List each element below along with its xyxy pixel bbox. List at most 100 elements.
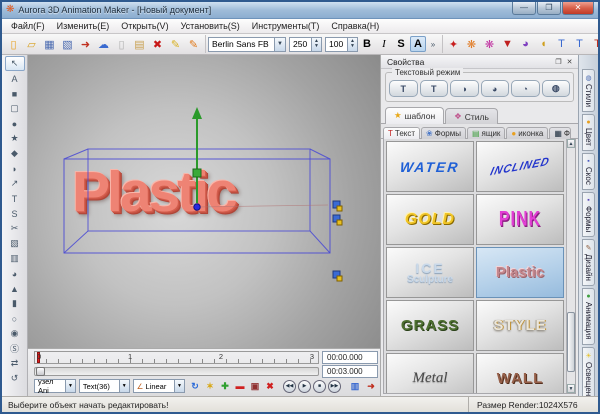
text-button-tool[interactable]: T — [5, 191, 25, 206]
text-spacing-icon[interactable]: T — [571, 36, 588, 53]
polygon-tool[interactable]: ◆ — [5, 146, 25, 161]
play-start-button[interactable]: ◀◀ — [283, 380, 296, 393]
timeline-ruler[interactable]: 0123 — [34, 351, 319, 364]
cylinder-tool[interactable]: ▮ — [5, 296, 25, 311]
template-tile-gold[interactable]: GOLD — [386, 194, 474, 245]
stop-button[interactable]: ■ — [313, 380, 326, 393]
text-mode-flat[interactable]: T — [389, 80, 418, 97]
float-panel-icon[interactable]: ❐ — [553, 58, 564, 66]
template-tile-grass[interactable]: GRASS — [386, 300, 474, 351]
template-tile-style[interactable]: STYLE — [476, 300, 564, 351]
template-scrollbar[interactable]: ▲ ▼ — [566, 139, 575, 393]
panel-tab-Стили[interactable]: ◍Стили — [582, 69, 595, 112]
rounded-rect-tool[interactable]: ▢ — [5, 101, 25, 116]
scroll-up-icon[interactable]: ▲ — [567, 139, 575, 148]
tab-шаблон[interactable]: ★шаблон — [385, 107, 444, 124]
menu-item-6[interactable]: Справка(H) — [326, 20, 384, 32]
play-button[interactable]: ▶ — [298, 380, 311, 393]
align-button[interactable]: A — [410, 36, 426, 52]
template-tile-pink[interactable]: PINK — [476, 194, 564, 245]
scrollbar-thumb[interactable] — [567, 312, 575, 372]
object-select[interactable]: Text(36)▼ — [79, 379, 130, 393]
delete-icon[interactable]: ✖ — [149, 36, 166, 53]
sphere-tool[interactable]: ◕ — [5, 266, 25, 281]
delete-keys-button[interactable]: ✖ — [263, 379, 277, 393]
refresh-button[interactable]: ↻ — [188, 379, 202, 393]
panel-tab-Цвет[interactable]: ●Цвет — [582, 114, 595, 151]
total-time-field[interactable]: 00:03.000 — [322, 365, 378, 378]
maximize-button[interactable]: ❐ — [537, 2, 561, 15]
pie-chart-icon[interactable]: ◕ — [517, 36, 534, 53]
save-icon[interactable]: ▦ — [41, 36, 58, 53]
chevron-down-icon[interactable]: ▼ — [274, 38, 285, 51]
save-as-icon[interactable]: ▧ — [59, 36, 76, 53]
text-mode-ring[interactable]: ◔ — [511, 80, 540, 97]
character-icon[interactable]: ✦ — [445, 36, 462, 53]
paste-icon[interactable]: ▤ — [131, 36, 148, 53]
slider-thumb[interactable] — [36, 367, 45, 376]
shadow-button[interactable]: S — [393, 36, 409, 52]
panel-tab-Анимация[interactable]: ●Анимация — [582, 288, 595, 345]
title-bar[interactable]: ❋ Aurora 3D Animation Maker - [Новый док… — [2, 2, 598, 19]
cone-3d-icon[interactable]: ▼ — [499, 36, 516, 53]
arrow-tool[interactable]: ↗ — [5, 176, 25, 191]
text-mode-globe[interactable]: ◍ — [542, 80, 571, 97]
particle-icon[interactable]: ❋ — [463, 36, 480, 53]
cursor-tool[interactable]: ↖ — [5, 56, 25, 71]
svg-import-tool[interactable]: Ⓢ — [5, 341, 25, 356]
text-mode-sphere-2[interactable]: ◕ — [481, 80, 510, 97]
share-icon[interactable]: ☁ — [95, 36, 112, 53]
spinner-arrows-icon[interactable]: ▲▼ — [347, 38, 357, 51]
menu-item-3[interactable]: Открыть(V) — [116, 20, 173, 32]
arc-shape-icon[interactable]: ◖ — [535, 36, 552, 53]
font-size-input[interactable]: 250 ▲▼ — [289, 37, 322, 52]
minimize-button[interactable]: — — [512, 2, 536, 15]
text-mode-sphere-1[interactable]: ◑ — [450, 80, 479, 97]
panel-tab-Формы[interactable]: ▪Формы — [582, 192, 595, 237]
record-button[interactable]: ▣ — [248, 379, 262, 393]
symbol-button-tool[interactable]: S — [5, 206, 25, 221]
font-family-select[interactable]: Berlin Sans FB ▼ — [208, 37, 286, 52]
spinner-arrows-icon[interactable]: ▲▼ — [311, 38, 321, 51]
template-tile-plastic[interactable]: Plastic — [476, 247, 564, 298]
chevron-down-icon[interactable]: ▼ — [174, 380, 184, 392]
timeline-slider[interactable] — [34, 367, 319, 376]
menu-item-4[interactable]: Установить(S) — [176, 20, 245, 32]
subtab-Формы[interactable]: ❀Формы — [421, 127, 466, 139]
interpolation-select[interactable]: ∠ Linear ▼ — [133, 379, 185, 393]
undo-swoosh-tool[interactable]: ↺ — [5, 371, 25, 386]
bevel-size-input[interactable]: 100 ▲▼ — [325, 37, 358, 52]
current-time-field[interactable]: 00:00.000 — [322, 351, 378, 364]
star-tool[interactable]: ★ — [5, 131, 25, 146]
text-tool[interactable]: A — [5, 71, 25, 86]
tab-Стиль[interactable]: ❖Стиль — [445, 108, 498, 124]
menu-item-1[interactable]: Файл(F) — [6, 20, 50, 32]
scroll-down-icon[interactable]: ▼ — [567, 384, 575, 393]
play-end-button[interactable]: ▶▶ — [328, 380, 341, 393]
subtab-Текст[interactable]: TТекст — [383, 127, 420, 139]
template-tile-inclined[interactable]: INCLINED — [476, 141, 564, 192]
text-arc-icon[interactable]: T — [589, 36, 600, 53]
subtab-ящик[interactable]: ▤ящик — [467, 127, 505, 139]
template-tile-water[interactable]: WATER — [386, 141, 474, 192]
panel-tab-Дизайн[interactable]: ✎Дизайн — [582, 239, 595, 286]
copy-icon[interactable]: ▯ — [113, 36, 130, 53]
menu-item-5[interactable]: Инструменты(T) — [247, 20, 325, 32]
close-panel-icon[interactable]: ✕ — [564, 58, 575, 66]
italic-button[interactable]: I — [376, 36, 392, 52]
template-tile-metal[interactable]: Metal — [386, 353, 474, 393]
template-tile-wall[interactable]: WALL — [476, 353, 564, 393]
text-transform-icon[interactable]: T — [553, 36, 570, 53]
text-mode-3d[interactable]: T — [420, 80, 449, 97]
3d-canvas[interactable]: Plastic — [28, 55, 380, 348]
more-options-icon[interactable]: » — [427, 40, 439, 49]
new-document-icon[interactable]: ▯ — [5, 36, 22, 53]
close-button[interactable]: ✕ — [562, 2, 594, 15]
menu-item-2[interactable]: Изменить(E) — [52, 20, 115, 32]
anim-node-select[interactable]: узел Ani▼ — [34, 379, 76, 393]
style-brush-icon[interactable]: ✎ — [167, 36, 184, 53]
add-keyframe-button[interactable]: ✚ — [218, 379, 232, 393]
subtab-иконка[interactable]: ●иконка — [506, 127, 548, 139]
cone-tool[interactable]: ▲ — [5, 281, 25, 296]
chevron-down-icon[interactable]: ▼ — [119, 380, 129, 392]
